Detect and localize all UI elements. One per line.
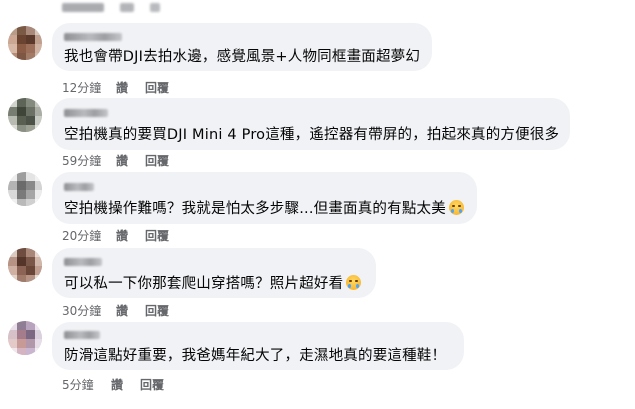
commenter-name[interactable] [64,258,102,266]
comment-bubble: 空拍機真的要買DJI Mini 4 Pro這種，遙控器有帶屏的，拍起來真的方便很… [52,98,570,150]
comment-timestamp[interactable]: 20分鐘 [62,227,101,244]
commenter-name[interactable] [64,109,108,117]
comment-timestamp[interactable]: 5分鐘 [62,376,94,393]
avatar[interactable] [8,248,42,282]
comment-bubble: 空拍機操作難嗎？我就是怕太多步驟...但畫面真的有點太美 [52,172,477,224]
cropped-top-content [0,0,635,14]
like-button[interactable]: 讚 [116,227,128,244]
commenter-name[interactable] [64,183,94,191]
like-button[interactable]: 讚 [111,376,123,393]
commenter-name[interactable] [64,331,100,339]
comment-text: 空拍機真的要買DJI Mini 4 Pro這種，遙控器有帶屏的，拍起來真的方便很… [64,127,560,143]
commenter-name[interactable] [64,33,122,41]
reply-button[interactable]: 回覆 [145,302,169,319]
comment-timestamp[interactable]: 12分鐘 [62,79,101,96]
like-button[interactable]: 讚 [116,79,128,96]
like-button[interactable]: 讚 [116,302,128,319]
reply-button[interactable]: 回覆 [145,152,169,169]
avatar[interactable] [8,98,42,132]
comment-item: 防滑這點好重要，我爸媽年紀大了，走濕地真的要這種鞋！ 5分鐘 讚 回覆 [0,318,635,409]
comment-text: 可以私一下你那套爬山穿搭嗎？照片超好看 [64,272,362,293]
comment-item: 可以私一下你那套爬山穿搭嗎？照片超好看 30分鐘 讚 回覆 [0,246,635,318]
comment-timestamp[interactable]: 59分鐘 [62,152,101,169]
comment-item: 空拍機操作難嗎？我就是怕太多步驟...但畫面真的有點太美 20分鐘 讚 回覆 [0,170,635,246]
avatar[interactable] [8,172,42,206]
comment-bubble: 防滑這點好重要，我爸媽年紀大了，走濕地真的要這種鞋！ [52,322,464,370]
comment-item: 空拍機真的要買DJI Mini 4 Pro這種，遙控器有帶屏的，拍起來真的方便很… [0,96,635,170]
like-button[interactable]: 讚 [116,152,128,169]
comment-text: 空拍機操作難嗎？我就是怕太多步驟...但畫面真的有點太美 [64,197,464,218]
reply-button[interactable]: 回覆 [140,376,164,393]
face-holding-back-tears-icon [448,200,464,215]
comment-item: 我也會帶DJI去拍水邊，感覺風景+人物同框畫面超夢幻 12分鐘 讚 回覆 [0,14,635,96]
comment-text: 防滑這點好重要，我爸媽年紀大了，走濕地真的要這種鞋！ [64,348,447,364]
reply-button[interactable]: 回覆 [145,227,169,244]
avatar[interactable] [8,26,42,60]
comment-timestamp[interactable]: 30分鐘 [62,302,101,319]
face-holding-back-tears-icon [346,275,362,290]
comment-bubble: 我也會帶DJI去拍水邊，感覺風景+人物同框畫面超夢幻 [52,23,432,71]
comment-thread: 我也會帶DJI去拍水邊，感覺風景+人物同框畫面超夢幻 12分鐘 讚 回覆 空拍機… [0,0,635,409]
comment-text: 我也會帶DJI去拍水邊，感覺風景+人物同框畫面超夢幻 [64,49,421,65]
comment-bubble: 可以私一下你那套爬山穿搭嗎？照片超好看 [52,248,376,298]
reply-button[interactable]: 回覆 [145,79,169,96]
avatar[interactable] [8,321,42,355]
